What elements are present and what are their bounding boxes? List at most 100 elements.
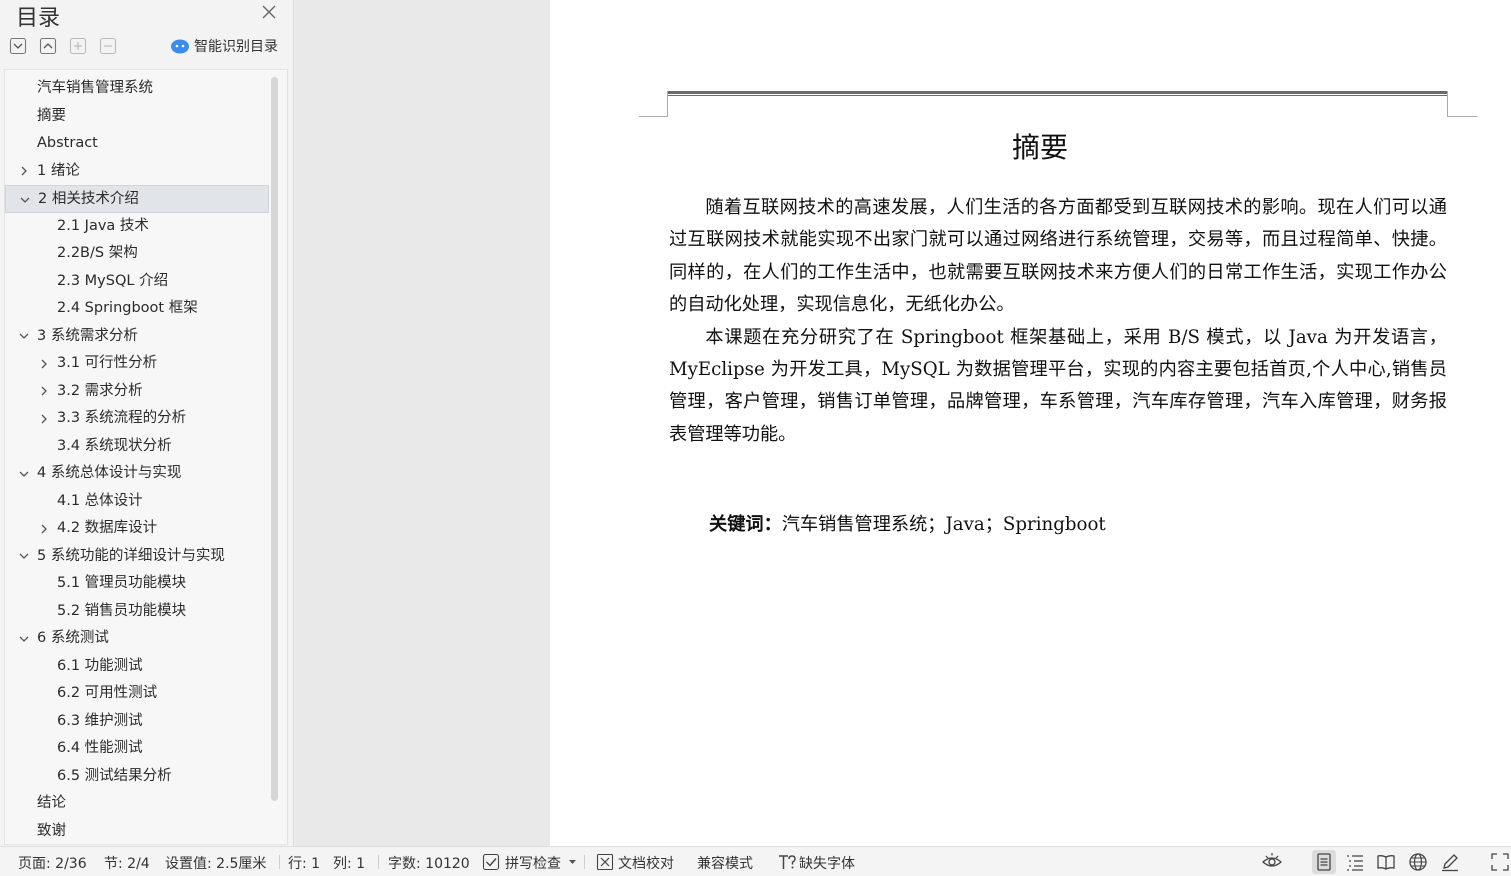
chevron-right-icon[interactable] xyxy=(37,405,51,432)
fullscreen-icon[interactable] xyxy=(1490,852,1510,872)
chevron-right-icon[interactable] xyxy=(37,515,51,542)
crop-mark-right xyxy=(1447,91,1448,117)
toc-item[interactable]: 6.5 测试结果分析 xyxy=(5,763,269,791)
spellcheck-icon xyxy=(482,853,500,871)
keywords-line: 关键词：汽车销售管理系统；Java；Springboot xyxy=(709,510,1106,536)
toc-item[interactable]: 致谢 xyxy=(5,818,269,846)
toc-item[interactable]: 6.2 可用性测试 xyxy=(5,680,269,708)
chevron-down-icon[interactable] xyxy=(17,323,31,350)
toc-item[interactable]: 摘要 xyxy=(5,103,269,131)
divider xyxy=(279,855,280,869)
toc-item-label: 2 相关技术介绍 xyxy=(38,191,139,207)
eye-protection-icon[interactable] xyxy=(1262,852,1282,872)
toc-item[interactable]: 5 系统功能的详细设计与实现 xyxy=(5,543,269,571)
toc-item-label: 6.1 功能测试 xyxy=(57,657,143,674)
smart-toc-button[interactable]: 智能识别目录 xyxy=(170,36,278,56)
missing-font-button[interactable]: 缺失字体 xyxy=(799,853,855,873)
status-bar: 页面: 2/36 节: 2/4 设置值: 2.5厘米 行: 1 列: 1 字数:… xyxy=(0,846,1511,876)
remove-heading-icon[interactable] xyxy=(99,37,117,55)
toc-item[interactable]: 3.4 系统现状分析 xyxy=(5,433,269,461)
chevron-right-icon[interactable] xyxy=(37,350,51,377)
document-body: 随着互联网技术的高速发展，人们生活的各方面都受到互联网技术的影响。现在人们可以通… xyxy=(669,192,1447,451)
toc-item[interactable]: 3 系统需求分析 xyxy=(5,323,269,351)
toc-item-label: 6.2 可用性测试 xyxy=(57,685,158,701)
toc-item[interactable]: 6.4 性能测试 xyxy=(5,735,269,763)
toc-title: 目录 xyxy=(16,6,61,31)
toc-item[interactable]: 结论 xyxy=(5,790,269,818)
toc-item[interactable]: 3.3 系统流程的分析 xyxy=(5,405,269,433)
toc-item[interactable]: 2.1 Java 技术 xyxy=(5,213,269,241)
compat-mode-label[interactable]: 兼容模式 xyxy=(697,853,753,873)
toc-item[interactable]: 1 绪论 xyxy=(5,158,269,186)
chevron-right-icon[interactable] xyxy=(17,158,31,185)
toc-item-label: Abstract xyxy=(37,135,98,151)
close-icon[interactable] xyxy=(260,3,278,21)
toc-item[interactable]: 4.1 总体设计 xyxy=(5,488,269,516)
document-area: 摘要 随着互联网技术的高速发展，人们生活的各方面都受到互联网技术的影响。现在人们… xyxy=(295,0,1511,846)
status-column: 列: 1 xyxy=(333,856,366,872)
toc-item-label: 6.3 维护测试 xyxy=(57,712,143,729)
add-heading-icon[interactable] xyxy=(69,37,87,55)
toc-item-label: 3.1 可行性分析 xyxy=(57,355,158,371)
ai-cloud-icon xyxy=(171,39,189,54)
toc-item[interactable]: 3.1 可行性分析 xyxy=(5,350,269,378)
toc-toolbar xyxy=(9,37,117,55)
status-wordcount[interactable]: 字数: 10120 xyxy=(388,853,470,873)
toc-item[interactable]: 2.2B/S 架构 xyxy=(5,240,269,268)
toc-item[interactable]: 3.2 需求分析 xyxy=(5,378,269,406)
chevron-right-icon[interactable] xyxy=(37,378,51,405)
toc-item-label: 2.1 Java 技术 xyxy=(57,217,149,234)
smart-toc-label: 智能识别目录 xyxy=(194,39,278,55)
collapse-all-icon[interactable] xyxy=(39,37,57,55)
crop-mark-left xyxy=(639,116,668,117)
dropdown-arrow-icon[interactable] xyxy=(568,859,577,865)
toc-item-label: 6.4 性能测试 xyxy=(57,740,143,756)
chevron-down-icon[interactable] xyxy=(17,460,31,487)
toc-item[interactable]: 2.3 MySQL 介绍 xyxy=(5,268,269,296)
page-view-icon[interactable] xyxy=(1312,850,1336,874)
header-rule xyxy=(668,91,1448,94)
toc-item[interactable]: 2.4 Springboot 框架 xyxy=(5,295,269,323)
spellcheck-button[interactable]: 拼写检查 xyxy=(505,853,561,873)
toc-item[interactable]: Abstract xyxy=(5,130,269,158)
write-mode-icon[interactable] xyxy=(1440,852,1460,872)
keywords-value: 汽车销售管理系统；Java；Springboot xyxy=(781,514,1106,535)
toc-item-label: 5.1 管理员功能模块 xyxy=(57,575,187,591)
status-section: 节: 2/4 xyxy=(104,856,150,872)
toc-item[interactable]: 4.2 数据库设计 xyxy=(5,515,269,543)
toc-item[interactable]: 5.1 管理员功能模块 xyxy=(5,570,269,598)
document-page[interactable]: 摘要 随着互联网技术的高速发展，人们生活的各方面都受到互联网技术的影响。现在人们… xyxy=(550,0,1511,846)
proofread-button[interactable]: 文档校对 xyxy=(618,853,674,873)
status-row: 行: 1 xyxy=(288,856,321,872)
toc-list-container: 汽车销售管理系统摘要 Abstract 1 绪论 2 相关技术介绍 2.1 Java 技… xyxy=(4,69,288,845)
toc-item-label: 汽车销售管理系统 xyxy=(37,80,153,96)
reading-mode-icon[interactable] xyxy=(1376,852,1396,872)
toc-item[interactable]: 6.3 维护测试 xyxy=(5,708,269,736)
toc-item-label: 4.2 数据库设计 xyxy=(57,520,158,536)
chevron-down-icon[interactable] xyxy=(17,625,31,652)
web-layout-icon[interactable] xyxy=(1408,852,1428,872)
keywords-label: 关键词： xyxy=(709,514,782,535)
toc-item-label: 2.4 Springboot 框架 xyxy=(57,300,198,316)
toc-scrollbar[interactable] xyxy=(271,77,278,801)
toc-item-label: 3.3 系统流程的分析 xyxy=(57,410,187,426)
toc-item-label: 2.2B/S 架构 xyxy=(57,245,138,261)
toc-item-label: 4 系统总体设计与实现 xyxy=(37,465,182,481)
expand-all-icon[interactable] xyxy=(9,37,27,55)
toc-item[interactable]: 6.1 功能测试 xyxy=(5,653,269,681)
chevron-down-icon[interactable] xyxy=(17,543,31,570)
toc-item[interactable]: 4 系统总体设计与实现 xyxy=(5,460,269,488)
toc-item-label: 2.3 MySQL 介绍 xyxy=(57,272,169,289)
toc-item[interactable]: 2 相关技术介绍 xyxy=(5,185,269,213)
toc-item-label: 3.4 系统现状分析 xyxy=(57,437,172,454)
outline-view-icon[interactable] xyxy=(1345,852,1365,872)
toc-item[interactable]: 汽车销售管理系统 xyxy=(5,75,269,103)
status-page[interactable]: 页面: 2/36 xyxy=(18,853,87,873)
proofread-icon xyxy=(596,853,614,871)
chevron-down-icon[interactable] xyxy=(18,186,32,213)
toc-item-label: 致谢 xyxy=(37,822,66,839)
missing-font-icon xyxy=(779,855,796,869)
toc-item[interactable]: 6 系统测试 xyxy=(5,625,269,653)
toc-item[interactable]: 5.2 销售员功能模块 xyxy=(5,598,269,626)
paragraph: 本课题在充分研究了在 Springboot 框架基础上，采用 B/S 模式，以 … xyxy=(669,326,1447,445)
